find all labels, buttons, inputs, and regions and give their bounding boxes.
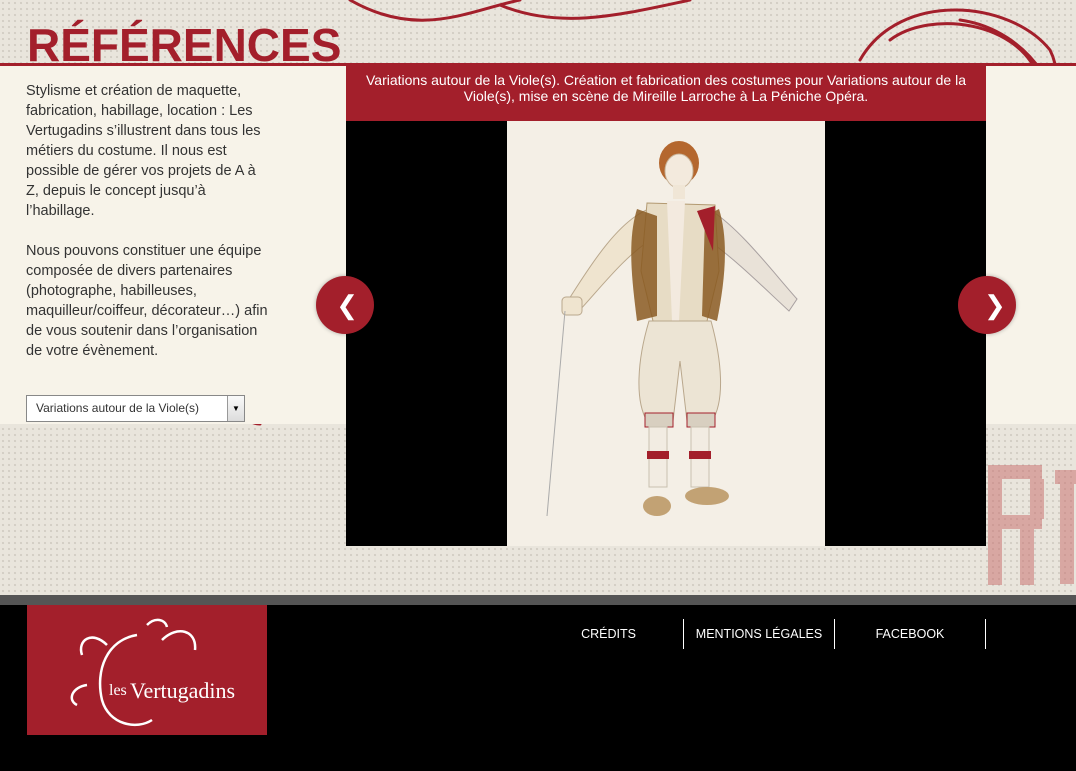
slide-viewer — [346, 121, 986, 546]
logo-text-small: les — [109, 682, 127, 699]
right-panel — [986, 66, 1076, 424]
next-slide-button[interactable]: ❯ — [958, 276, 1016, 334]
intro-paragraph-2: Nous pouvons constituer une équipe compo… — [26, 243, 268, 359]
slide-caption: Variations autour de la Viole(s). Créati… — [346, 66, 986, 121]
intro-text: Stylisme et création de maquette, fabric… — [26, 81, 271, 381]
chevron-down-icon[interactable]: ▼ — [227, 396, 244, 421]
project-select-value: Variations autour de la Viole(s) — [36, 401, 199, 415]
project-select[interactable]: Variations autour de la Viole(s) ▼ — [26, 395, 245, 422]
legal-notice-link[interactable]: MENTIONS LÉGALES — [684, 619, 835, 649]
facebook-link[interactable]: FACEBOOK — [835, 619, 986, 649]
intro-paragraph-1: Stylisme et création de maquette, fabric… — [26, 83, 261, 219]
footer-border — [0, 595, 1076, 605]
footer-nav: CRÉDITS MENTIONS LÉGALES FACEBOOK — [534, 619, 986, 649]
logo-text-big: Vertugadins — [130, 678, 235, 703]
site-logo[interactable]: les Vertugadins — [27, 605, 267, 735]
previous-slide-button[interactable]: ❮ — [316, 276, 374, 334]
credits-link[interactable]: CRÉDITS — [534, 619, 684, 649]
costume-sketch-image — [507, 121, 825, 546]
